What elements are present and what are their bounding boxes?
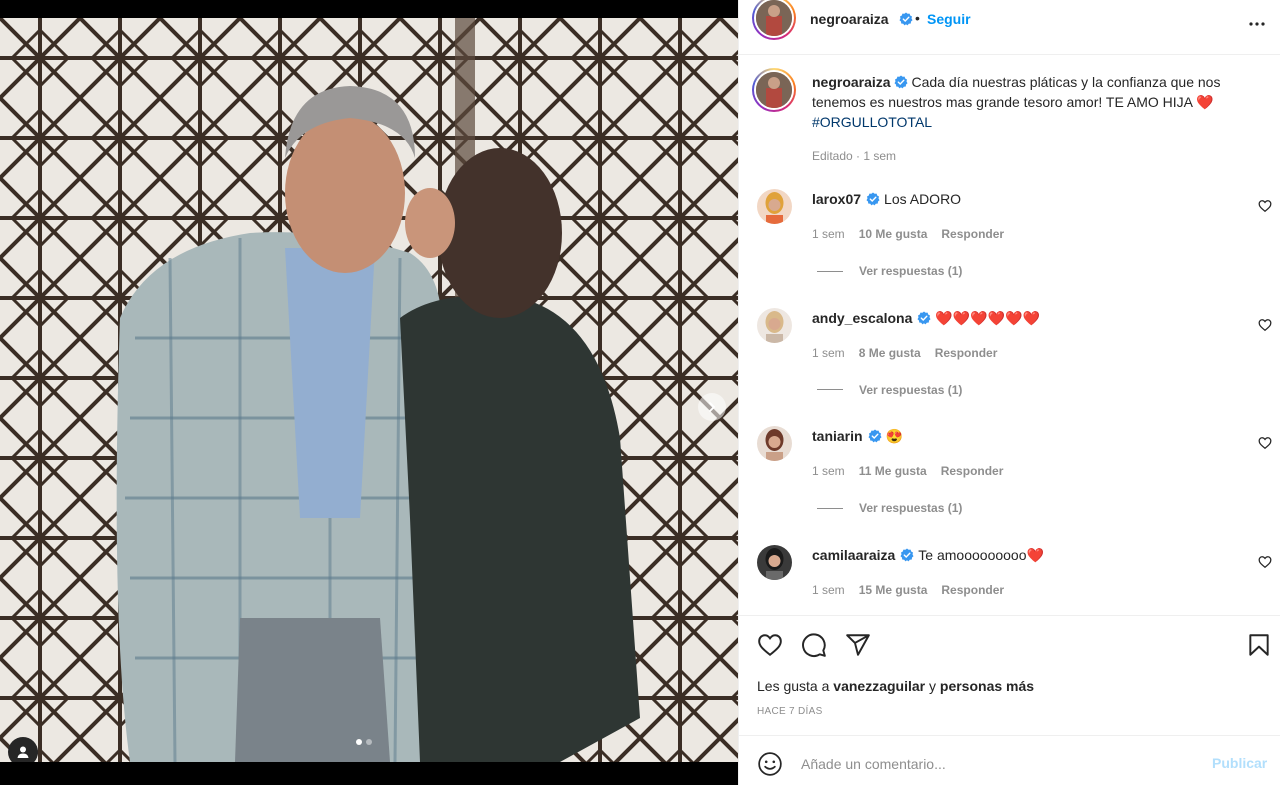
- commenter-avatar[interactable]: [757, 426, 792, 461]
- chevron-right-icon: [709, 402, 716, 412]
- reply-button[interactable]: Responder: [941, 583, 1004, 597]
- carousel-dot: [366, 739, 372, 745]
- photo-illustration: [0, 18, 738, 762]
- caption-username[interactable]: negroaraiza: [812, 74, 891, 90]
- more-icon[interactable]: [1245, 12, 1269, 36]
- caption-hashtag[interactable]: #ORGULLOTOTAL: [812, 114, 932, 130]
- post-sidebar: negroaraiza • Seguir negroaraiza Cada dí…: [738, 0, 1280, 785]
- post-actions: Les gusta a vanezzaguilar y personas más…: [739, 615, 1280, 735]
- comment-body: camilaaraiza Te amooooooooo❤️: [812, 546, 1044, 564]
- comment-likes[interactable]: 8 Me gusta: [859, 346, 921, 360]
- verified-icon: [917, 311, 931, 324]
- comment-age: 1 sem: [812, 345, 845, 360]
- post-media: [0, 0, 738, 785]
- comment-meta: 1 sem 10 Me gusta Responder: [812, 227, 1004, 241]
- follow-button[interactable]: Seguir: [927, 11, 971, 27]
- view-replies-label: Ver respuestas (1): [859, 501, 963, 515]
- view-replies-button[interactable]: Ver respuestas (1): [817, 501, 962, 515]
- comment-input[interactable]: [801, 748, 1191, 780]
- author-avatar[interactable]: [752, 0, 796, 40]
- post-caption: negroaraiza Cada día nuestras pláticas y…: [812, 72, 1252, 132]
- comment-icon[interactable]: [801, 632, 827, 658]
- view-replies-label: Ver respuestas (1): [859, 382, 963, 397]
- share-icon[interactable]: [845, 632, 871, 658]
- comment-likes[interactable]: 11 Me gusta: [859, 464, 927, 478]
- commenter-username[interactable]: taniarin: [812, 428, 863, 444]
- verified-icon: [894, 75, 908, 89]
- verified-icon: [868, 429, 882, 443]
- caption-author-avatar[interactable]: [752, 68, 796, 112]
- comment-text: Los ADORO: [884, 191, 962, 207]
- verified-icon: [899, 12, 913, 26]
- next-image-button[interactable]: [698, 393, 726, 421]
- carousel-dot: [356, 739, 362, 745]
- comment-likes[interactable]: 15 Me gusta: [859, 583, 928, 597]
- heart-icon[interactable]: [1258, 555, 1272, 569]
- replies-divider: [817, 507, 843, 509]
- likes-user-link[interactable]: vanezzaguilar: [833, 678, 925, 694]
- view-replies-button[interactable]: Ver respuestas (1): [817, 264, 962, 278]
- comment-body: andy_escalona ❤️❤️❤️❤️❤️❤️: [812, 309, 1040, 327]
- likes-others-link[interactable]: personas más: [940, 678, 1034, 694]
- publish-button[interactable]: Publicar: [1212, 755, 1267, 771]
- likes-summary: Les gusta a vanezzaguilar y personas más: [757, 678, 1034, 694]
- comment-age: 1 sem: [812, 464, 845, 478]
- comment-item: camilaaraiza Te amooooooooo❤️ 1 sem 15 Me g…: [739, 544, 1280, 616]
- author-username[interactable]: negroaraiza: [810, 11, 889, 27]
- replies-divider: [817, 389, 843, 390]
- post-header: negroaraiza • Seguir: [739, 0, 1280, 55]
- heart-icon[interactable]: [1258, 436, 1272, 450]
- comment-body: larox07 Los ADORO: [812, 190, 961, 208]
- reply-button[interactable]: Responder: [935, 346, 998, 360]
- comment-age: 1 sem: [812, 227, 845, 241]
- likes-prefix: Les gusta a: [757, 678, 830, 694]
- verified-icon: [866, 192, 880, 206]
- post-timestamp: HACE 7 DÍAS: [757, 706, 823, 717]
- post-photo[interactable]: [0, 18, 738, 762]
- comment-item: larox07 Los ADORO 1 sem 10 Me gusta Responde…: [739, 189, 1280, 307]
- comment-likes[interactable]: 10 Me gusta: [859, 227, 928, 241]
- tagged-users-button[interactable]: [8, 737, 38, 762]
- caption-meta: Editado · 1 sem: [812, 149, 897, 163]
- heart-icon[interactable]: [757, 632, 783, 658]
- commenter-avatar[interactable]: [757, 307, 792, 343]
- add-comment-bar: Publicar: [739, 735, 1280, 785]
- heart-icon[interactable]: [1258, 318, 1272, 332]
- comment-meta: 1 sem 11 Me gusta Responder: [812, 464, 1003, 478]
- commenter-username[interactable]: larox07: [812, 191, 861, 207]
- comment-meta: 1 sem 8 Me gusta Responder: [812, 346, 997, 360]
- commenter-avatar[interactable]: [757, 544, 792, 580]
- emoji-icon[interactable]: [757, 751, 783, 777]
- comment-item: andy_escalona ❤️❤️❤️❤️❤️❤️ 1 sem 8 Me gusta…: [739, 307, 1280, 426]
- heart-icon[interactable]: [1258, 199, 1272, 213]
- header-separator: •: [915, 10, 920, 26]
- comments-list[interactable]: negroaraiza Cada día nuestras pláticas y…: [739, 56, 1280, 615]
- likes-conjunction: y: [929, 678, 936, 694]
- commenter-avatar[interactable]: [757, 189, 792, 224]
- user-tag-icon: [17, 746, 29, 758]
- bookmark-icon[interactable]: [1246, 632, 1272, 658]
- carousel-indicator: [356, 739, 372, 745]
- comment-text: ❤️❤️❤️❤️❤️❤️: [935, 309, 1040, 326]
- view-replies-button[interactable]: Ver respuestas (1): [817, 383, 962, 397]
- comment-text: 😍: [885, 428, 904, 444]
- comment-text: Te amooooooooo❤️: [918, 546, 1044, 563]
- comment-body: taniarin 😍: [812, 427, 903, 445]
- commenter-username[interactable]: andy_escalona: [812, 310, 912, 326]
- reply-button[interactable]: Responder: [941, 464, 1004, 478]
- replies-divider: [817, 270, 843, 272]
- comment-item: taniarin 😍 1 sem 11 Me gusta Responder Ver re…: [739, 426, 1280, 544]
- comment-age: 1 sem: [812, 582, 845, 597]
- verified-icon: [900, 548, 914, 561]
- commenter-username[interactable]: camilaaraiza: [812, 547, 895, 563]
- reply-button[interactable]: Responder: [941, 227, 1004, 241]
- view-replies-label: Ver respuestas (1): [859, 264, 963, 278]
- comment-meta: 1 sem 15 Me gusta Responder: [812, 583, 1004, 597]
